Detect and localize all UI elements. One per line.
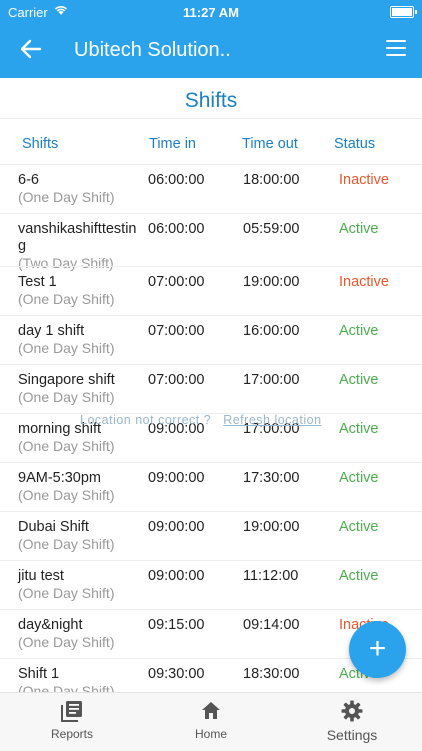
page-title: Shifts [0, 78, 422, 119]
refresh-location-link[interactable]: Refresh location [223, 413, 321, 427]
add-shift-button[interactable]: + [349, 621, 406, 678]
shift-type: (One Day Shift) [18, 340, 115, 356]
home-icon [202, 702, 220, 719]
time-out-value: 16:00:00 [243, 323, 300, 339]
table-row[interactable]: 6-6 (One Day Shift) 06:00:00 18:00:00 Ina… [0, 164, 422, 213]
shift-name: Singapore shift [18, 372, 115, 388]
status-badge: Inactive [339, 274, 389, 290]
column-header-time-out: Time out [242, 136, 298, 152]
plus-icon: + [368, 632, 387, 665]
time-out-value: 18:30:00 [243, 666, 300, 682]
column-header-shifts: Shifts [22, 136, 59, 152]
time-out-value: 19:00:00 [243, 274, 300, 290]
battery-icon [390, 6, 417, 18]
status-badge: Active [339, 323, 379, 339]
time-out-value: 17:00:00 [243, 372, 300, 388]
time-out-value: 17:30:00 [243, 470, 300, 486]
shift-list: 6-6 (One Day Shift) 06:00:00 18:00:00 Ina… [0, 164, 422, 707]
status-badge: Inactive [339, 172, 389, 188]
bottom-nav: Reports Home Settings [0, 692, 422, 751]
app-title: Ubitech Solution.. [74, 39, 231, 61]
shift-name: vanshikashifttesting [18, 221, 137, 254]
nav-label: Home [194, 727, 227, 741]
shift-name: day 1 shift [18, 323, 85, 339]
time-in-value: 09:15:00 [148, 617, 205, 633]
table-row[interactable]: Dubai Shift (One Day Shift) 09:00:00 19:0… [0, 511, 422, 560]
back-arrow-icon[interactable] [18, 36, 44, 62]
time-out-value: 09:14:00 [243, 617, 300, 633]
shift-name: 9AM-5:30pm [18, 470, 102, 486]
status-badge: Active [339, 519, 379, 535]
shift-name: Dubai Shift [18, 519, 89, 535]
location-message-text: Location not correct ? [80, 413, 212, 427]
time-in-value: 09:00:00 [148, 470, 205, 486]
nav-label: Settings [326, 727, 378, 743]
nav-item-home[interactable]: Home [186, 699, 236, 741]
shift-type: (One Day Shift) [18, 634, 115, 650]
time-in-value: 07:00:00 [148, 274, 205, 290]
shift-type: (One Day Shift) [18, 487, 115, 503]
nav-item-reports[interactable]: Reports [46, 699, 98, 741]
time-out-value: 05:59:00 [243, 221, 300, 237]
status-badge: Active [339, 372, 379, 388]
time-in-value: 09:00:00 [148, 568, 205, 584]
shift-type: (One Day Shift) [18, 438, 115, 454]
shift-name: day&night [18, 617, 83, 633]
shift-type: (One Day Shift) [18, 189, 115, 205]
time-in-value: 09:30:00 [148, 666, 205, 682]
gear-icon [341, 700, 363, 722]
table-row[interactable]: jitu test (One Day Shift) 09:00:00 11:12:… [0, 560, 422, 609]
table-row[interactable]: Test 1 (One Day Shift) 07:00:00 19:00:00 … [0, 266, 422, 315]
time-in-value: 07:00:00 [148, 323, 205, 339]
time-out-value: 19:00:00 [243, 519, 300, 535]
table-row[interactable]: Singapore shift (One Day Shift) 07:00:00 … [0, 364, 422, 413]
status-badge: Active [339, 470, 379, 486]
column-header-time-in: Time in [149, 136, 196, 152]
app-bar: Ubitech Solution.. [0, 24, 422, 78]
shift-type: (One Day Shift) [18, 389, 115, 405]
shift-type: (One Day Shift) [18, 291, 115, 307]
shift-name: Test 1 [18, 274, 57, 290]
status-badge: Active [339, 568, 379, 584]
nav-item-settings[interactable]: Settings [322, 699, 382, 743]
location-message: Location not correct ? Refresh location [80, 413, 322, 427]
nav-label: Reports [50, 727, 94, 741]
clock: 11:27 AM [183, 5, 239, 20]
status-badge: Active [339, 221, 379, 237]
shift-type: (One Day Shift) [18, 585, 115, 601]
shift-type: (One Day Shift) [18, 536, 115, 552]
table-row[interactable]: day 1 shift (One Day Shift) 07:00:00 16:0… [0, 315, 422, 364]
reports-icon [61, 701, 82, 722]
table-row[interactable]: vanshikashifttesting (Two Day Shift) 06:0… [0, 213, 422, 271]
time-in-value: 06:00:00 [148, 221, 205, 237]
time-out-value: 18:00:00 [243, 172, 300, 188]
time-in-value: 06:00:00 [148, 172, 205, 188]
shift-name: 6-6 [18, 172, 39, 188]
time-in-value: 09:00:00 [148, 519, 205, 535]
table-row[interactable]: 9AM-5:30pm (One Day Shift) 09:00:00 17:30… [0, 462, 422, 511]
shift-name: jitu test [18, 568, 64, 584]
time-in-value: 07:00:00 [148, 372, 205, 388]
hamburger-menu-icon[interactable] [386, 40, 406, 58]
time-out-value: 11:12:00 [243, 568, 299, 584]
status-bar: Carrier 11:27 AM [0, 0, 422, 24]
column-header-status: Status [334, 136, 376, 152]
status-badge: Active [339, 421, 379, 437]
shift-name: Shift 1 [18, 666, 60, 682]
